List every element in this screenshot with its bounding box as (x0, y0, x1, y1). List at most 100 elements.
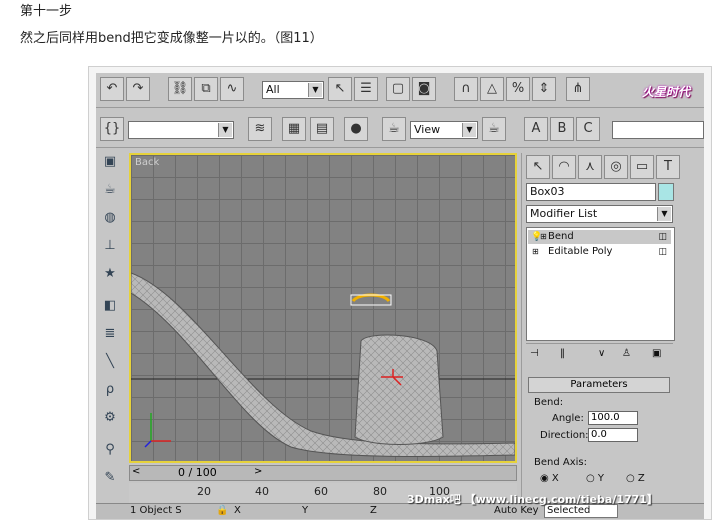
angle-spinner[interactable]: 100.0 (588, 411, 638, 425)
undo-icon[interactable]: ↶ (100, 77, 124, 101)
modify-tab-icon[interactable]: ◠ (552, 155, 576, 179)
expand-icon[interactable]: ⊞ (532, 245, 539, 259)
create-teapot-icon[interactable]: ☕ (99, 179, 121, 201)
create-sphere-icon[interactable]: ◍ (99, 207, 121, 229)
named-selection-icon[interactable]: {} (100, 117, 124, 141)
schematic-view-icon[interactable]: ▤ (310, 117, 334, 141)
curve-editor-icon[interactable]: ▦ (282, 117, 306, 141)
axis-x-label: X (551, 473, 559, 484)
extra-field[interactable] (612, 121, 704, 139)
axis-y-label: Y (597, 473, 605, 484)
next-frame-icon[interactable]: > (254, 466, 262, 477)
render-view-dropdown[interactable]: View ▼ (410, 121, 478, 139)
create-tab-icon[interactable]: ↖ (526, 155, 550, 179)
mirror-icon[interactable]: ⋔ (566, 77, 590, 101)
parameters-rollout-header[interactable]: Parameters (528, 377, 670, 393)
x-coordinate-label: X (234, 505, 241, 516)
layer-manager-icon[interactable]: ≋ (248, 117, 272, 141)
tick-label: 20 (197, 485, 211, 498)
tick-label: 60 (314, 485, 328, 498)
material-editor-icon[interactable]: ● (344, 117, 368, 141)
stack-item-bend[interactable]: 💡 ⊞ Bend ◫ (528, 230, 671, 244)
watermark: 3Dmax吧 【www.linecg.com/tieba/1771】 (407, 493, 658, 506)
hierarchy-tab-icon[interactable]: ⋏ (578, 155, 602, 179)
create-shape-icon[interactable]: ◧ (99, 295, 121, 317)
select-and-link-icon[interactable]: ⛓ (168, 77, 192, 101)
create-gear-icon[interactable]: ⚙ (99, 407, 121, 429)
axis-x-radio[interactable]: ◉ X (540, 473, 559, 484)
selection-filter-dropdown[interactable]: All ▼ (262, 81, 324, 99)
instance-icon: ◫ (658, 232, 667, 242)
chevron-down-icon: ▼ (308, 83, 322, 97)
motion-tab-icon[interactable]: ◎ (604, 155, 628, 179)
secondary-toolbar: {} ▼ ≋ ▦ ▤ ● ☕ View ▼ ☕ A B C (96, 113, 704, 148)
modifier-list-dropdown[interactable]: Modifier List ▼ (526, 205, 673, 223)
left-toolbar: ▣ ☕ ◍ ⊥ ★ ◧ ≣ ╲ ρ ⚙ ⚲ ✎ (96, 149, 124, 519)
direction-spinner[interactable]: 0.0 (588, 428, 638, 442)
back-viewport[interactable]: Back (129, 153, 517, 463)
snap-toggle-icon[interactable]: ∩ (454, 77, 478, 101)
object-name-field[interactable]: Box03 (526, 183, 656, 201)
axis-z (144, 440, 152, 448)
percent-snap-icon[interactable]: % (506, 77, 530, 101)
spinner-snap-icon[interactable]: ⇕ (532, 77, 556, 101)
teapot-b-icon[interactable]: B (550, 117, 574, 141)
instance-icon: ◫ (658, 247, 667, 257)
angle-snap-icon[interactable]: △ (480, 77, 504, 101)
unlink-icon[interactable]: ⧉ (194, 77, 218, 101)
render-scene-icon[interactable]: ☕ (382, 117, 406, 141)
modifier-stack: 💡 ⊞ Bend ◫ ⊞ Editable Poly ◫ (526, 227, 675, 341)
create-helix-icon[interactable]: ρ (99, 379, 121, 401)
pot-mesh (354, 334, 444, 445)
configure-sets-icon[interactable]: ▣ (652, 348, 661, 359)
select-object-icon[interactable]: ↖ (328, 77, 352, 101)
pin-stack-icon[interactable]: ⊣ (530, 348, 539, 359)
create-stack-icon[interactable]: ≣ (99, 323, 121, 345)
bent-tube-mesh (131, 272, 515, 458)
hxsd-logo: 火星时代 (641, 85, 690, 99)
create-plane-icon[interactable]: ⊥ (99, 235, 121, 257)
lock-selection-icon[interactable]: 🔒 (216, 505, 228, 516)
stack-controls: ⊣ ‖ ∨ ♙ ▣ (526, 343, 673, 366)
create-helper-icon[interactable]: ✎ (99, 467, 121, 489)
viewport-geometry (131, 272, 515, 458)
bind-space-warp-icon[interactable]: ∿ (220, 77, 244, 101)
stack-item-editable-poly[interactable]: ⊞ Editable Poly ◫ (528, 245, 671, 259)
display-tab-icon[interactable]: ▭ (630, 155, 654, 179)
stack-item-label: Bend (548, 231, 574, 242)
expand-icon[interactable]: ⊞ (540, 230, 547, 244)
teapot-a-icon[interactable]: A (524, 117, 548, 141)
select-by-name-icon[interactable]: ☰ (354, 77, 378, 101)
time-slider[interactable]: < 0 / 100 > (129, 465, 517, 481)
render-view-value: View (414, 123, 441, 136)
create-light-icon[interactable]: ⚲ (99, 439, 121, 461)
max-window: ↶ ↷ ⛓ ⧉ ∿ All ▼ ↖ ☰ ▢ ◙ ∩ △ % ⇕ ⋔ 火星时代 {… (96, 73, 704, 519)
utilities-tab-icon[interactable]: T (656, 155, 680, 179)
create-star-icon[interactable]: ★ (99, 263, 121, 285)
step-heading: 第十一步 (20, 4, 73, 19)
show-end-result-icon[interactable]: ‖ (560, 348, 565, 359)
selection-filter-value: All (266, 83, 280, 96)
remove-modifier-icon[interactable]: ♙ (622, 348, 631, 359)
y-coordinate-label: Y (302, 505, 309, 516)
z-coordinate-label: Z (370, 505, 377, 516)
make-unique-icon[interactable]: ∨ (598, 348, 605, 359)
window-crossing-icon[interactable]: ◙ (412, 77, 436, 101)
bend-group-label: Bend: (534, 397, 564, 408)
create-tube-icon[interactable]: ╲ (99, 351, 121, 373)
stack-item-label: Editable Poly (548, 246, 613, 257)
object-color-swatch[interactable] (658, 183, 674, 201)
quick-render-icon[interactable]: ☕ (482, 117, 506, 141)
main-toolbar: ↶ ↷ ⛓ ⧉ ∿ All ▼ ↖ ☰ ▢ ◙ ∩ △ % ⇕ ⋔ 火星时代 (96, 73, 704, 108)
create-box-icon[interactable]: ▣ (99, 151, 121, 173)
teapot-c-icon[interactable]: C (576, 117, 600, 141)
prev-frame-icon[interactable]: < (132, 466, 140, 477)
rectangular-selection-icon[interactable]: ▢ (386, 77, 410, 101)
command-panel: ↖ ◠ ⋏ ◎ ▭ T Box03 Modifier List ▼ 💡 ⊞ Be… (521, 153, 704, 519)
axis-y-radio[interactable]: ○ Y (586, 473, 604, 484)
chevron-down-icon: ▼ (462, 123, 476, 137)
bend-axis-label: Bend Axis: (534, 457, 587, 468)
named-selection-dropdown[interactable]: ▼ (128, 121, 234, 139)
axis-z-radio[interactable]: ○ Z (626, 473, 645, 484)
redo-icon[interactable]: ↷ (126, 77, 150, 101)
